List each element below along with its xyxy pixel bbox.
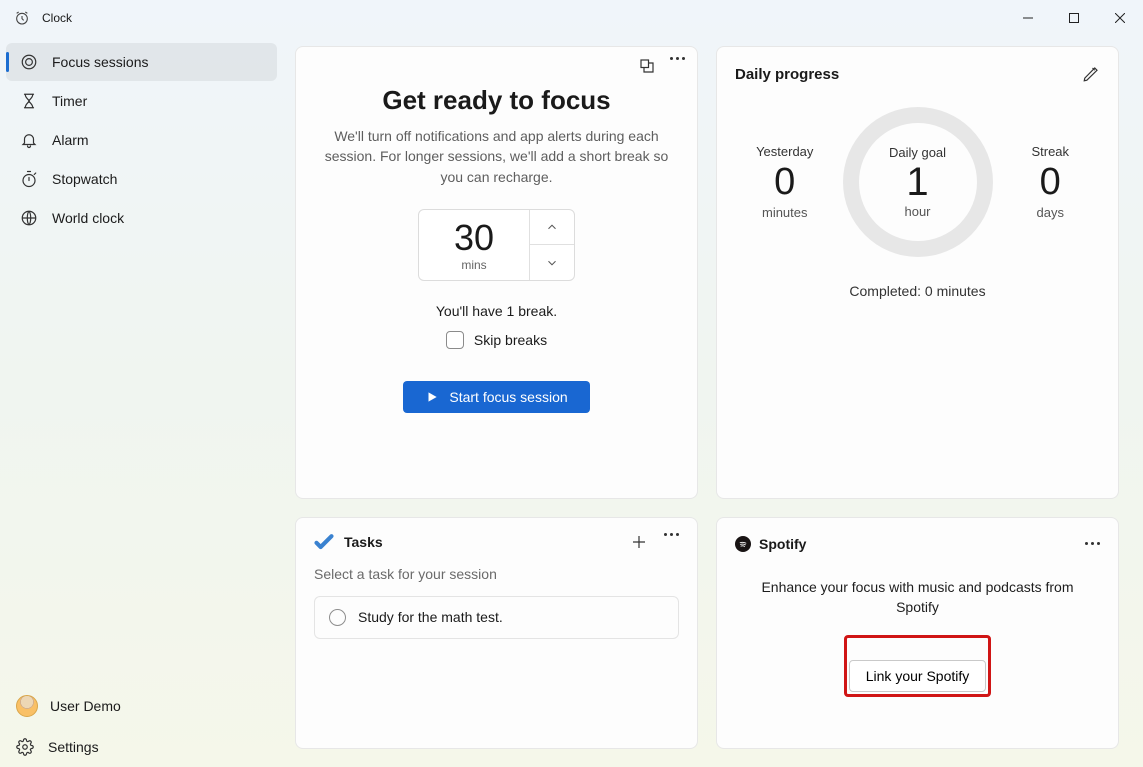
sidebar-item-label: Focus sessions [52, 54, 148, 70]
sidebar-item-timer[interactable]: Timer [6, 82, 277, 120]
sidebar-item-focus-sessions[interactable]: Focus sessions [6, 43, 277, 81]
task-radio[interactable] [329, 609, 346, 626]
clock-app-icon [14, 10, 30, 26]
stopwatch-icon [20, 170, 38, 188]
skip-breaks-label: Skip breaks [474, 332, 547, 348]
sidebar-item-label: Settings [48, 739, 99, 755]
duration-increase-button[interactable] [530, 210, 574, 245]
sidebar-item-alarm[interactable]: Alarm [6, 121, 277, 159]
tasks-hint: Select a task for your session [314, 566, 679, 582]
app-title: Clock [42, 11, 72, 25]
focus-description: We'll turn off notifications and app ale… [317, 126, 677, 187]
skip-breaks-checkbox[interactable] [446, 331, 464, 349]
gear-icon [16, 738, 34, 756]
focus-title: Get ready to focus [382, 85, 610, 116]
sidebar-user[interactable]: User Demo [0, 685, 283, 727]
user-label: User Demo [50, 698, 121, 714]
tasks-icon [314, 532, 334, 552]
spotify-icon [735, 536, 751, 552]
sidebar-item-stopwatch[interactable]: Stopwatch [6, 160, 277, 198]
globe-icon [20, 209, 38, 227]
minimize-button[interactable] [1005, 0, 1051, 36]
sidebar-item-label: World clock [52, 210, 124, 226]
avatar-icon [16, 695, 38, 717]
tasks-title: Tasks [344, 534, 383, 550]
spotify-card: Spotify Enhance your focus with music an… [716, 517, 1119, 749]
tasks-card: Tasks Select a task for your session Stu… [295, 517, 698, 749]
sidebar-item-settings[interactable]: Settings [2, 728, 281, 766]
daily-progress-card: Daily progress Yesterday 0 minutes [716, 46, 1119, 499]
pin-icon[interactable] [638, 57, 656, 75]
spotify-description: Enhance your focus with music and podcas… [735, 578, 1100, 617]
task-text: Study for the math test. [358, 609, 503, 625]
sidebar-item-label: Stopwatch [52, 171, 117, 187]
focus-card: Get ready to focus We'll turn off notifi… [295, 46, 698, 499]
duration-display: 30 mins [419, 210, 529, 280]
spotify-brand-label: Spotify [759, 536, 806, 552]
completed-line: Completed: 0 minutes [735, 283, 1100, 299]
start-focus-button[interactable]: Start focus session [403, 381, 589, 413]
bell-icon [20, 131, 38, 149]
stat-streak: Streak 0 days [1001, 144, 1101, 220]
stat-yesterday: Yesterday 0 minutes [735, 144, 835, 220]
link-spotify-button[interactable]: Link your Spotify [849, 660, 987, 692]
close-button[interactable] [1097, 0, 1143, 36]
sidebar-item-label: Timer [52, 93, 87, 109]
skip-breaks-row[interactable]: Skip breaks [446, 331, 547, 349]
more-icon[interactable] [670, 57, 685, 75]
add-task-button[interactable] [630, 533, 648, 551]
window-controls [1005, 0, 1143, 36]
duration-stepper: 30 mins [418, 209, 575, 281]
sidebar-item-world-clock[interactable]: World clock [6, 199, 277, 237]
more-icon[interactable] [664, 533, 679, 551]
edit-icon[interactable] [1082, 65, 1100, 83]
duration-unit: mins [423, 258, 525, 272]
breaks-info: You'll have 1 break. [436, 303, 557, 319]
duration-value: 30 [423, 220, 525, 256]
title-bar: Clock [0, 0, 1143, 36]
daily-progress-title: Daily progress [735, 66, 839, 83]
task-item[interactable]: Study for the math test. [314, 596, 679, 639]
start-focus-label: Start focus session [449, 389, 567, 405]
sidebar: Focus sessions Timer Alarm [0, 36, 283, 767]
daily-goal-ring: Daily goal 1 hour [843, 107, 993, 257]
more-icon[interactable] [1085, 542, 1100, 545]
content: Get ready to focus We'll turn off notifi… [283, 36, 1143, 767]
link-highlight: Link your Spotify [844, 635, 992, 697]
focus-icon [20, 53, 38, 71]
maximize-button[interactable] [1051, 0, 1097, 36]
sidebar-item-label: Alarm [52, 132, 89, 148]
duration-decrease-button[interactable] [530, 244, 574, 280]
title-left: Clock [14, 10, 72, 26]
play-icon [425, 390, 439, 404]
hourglass-icon [20, 92, 38, 110]
